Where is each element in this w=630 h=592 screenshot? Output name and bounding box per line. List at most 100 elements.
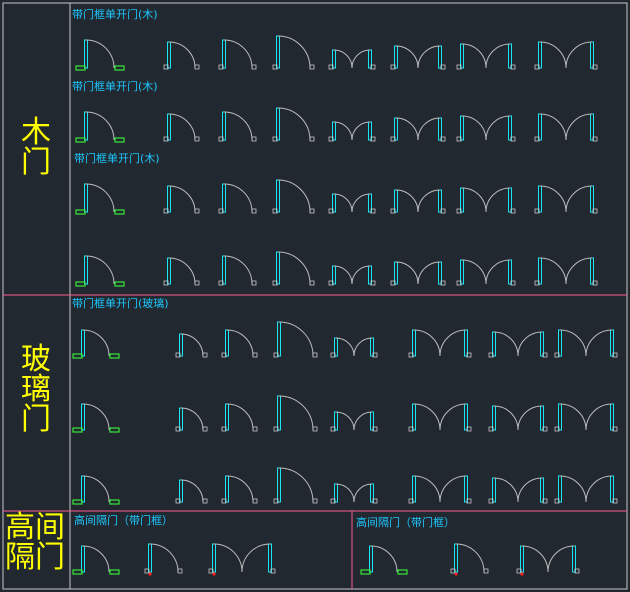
glass-row-2-legend-leaf <box>81 403 85 431</box>
glass-row-3-door-2-arc <box>226 475 254 503</box>
partition-right-legend-handle-right <box>397 569 408 575</box>
glass-row-2-legend-arc <box>82 403 110 431</box>
wood-row-4-door-6-arc-right <box>485 259 511 285</box>
wood-row-1-door-5-arc-left <box>395 45 419 69</box>
partition-right-door-2-arc-right <box>547 545 575 573</box>
wood-row-2-legend-handle-left <box>75 137 86 143</box>
glass-row-3-door-7-leaf-left <box>558 475 562 503</box>
wood-row-1-door-6-leaf-left <box>460 43 464 69</box>
partition-left-door-2-arc-left <box>213 543 243 573</box>
wood-row-2-door-1-leaf <box>167 113 171 141</box>
wood-row-1-door-1-jamb-right <box>194 64 200 70</box>
glass-row-2-door-4-arc-left <box>335 411 355 431</box>
wood-row-2-door-6-leaf-left <box>460 115 464 141</box>
wood-row-3-legend-arc <box>85 183 115 213</box>
glass-row-1-door-4-arc-left <box>335 337 355 357</box>
partition-right-door-1-arc <box>455 543 485 573</box>
wood-row-2-door-6-arc-right <box>485 115 511 141</box>
category-glass-door: 玻璃门 <box>21 342 51 437</box>
wood-row-1-door-2-leaf <box>222 39 226 69</box>
wood-row-2-legend-arc <box>85 111 115 141</box>
wood-row-2-door-5-arc-right <box>417 117 441 141</box>
glass-row-2-door-2-arc <box>226 403 254 431</box>
wood-row-2-door-2-arc <box>223 111 253 141</box>
glass-row-3-door-1-jamb-right <box>202 498 208 504</box>
glass-row-2-legend-handle-left <box>72 427 83 433</box>
wood-row-1-door-6-arc-left <box>461 43 487 69</box>
glass-row-1-door-6-arc-right <box>517 331 543 357</box>
glass-row-2-door-5-arc-right <box>439 403 467 431</box>
wood-row-4-door-3-leaf <box>276 251 280 285</box>
wood-row-1-door-2-arc <box>223 39 253 69</box>
glass-row-1-door-3-arc <box>278 321 314 357</box>
partition-left-legend-handle-right <box>109 569 120 575</box>
wood-row-2-door-4-arc-right <box>351 121 371 141</box>
wood-row-3-door-4-arc-left <box>333 193 353 213</box>
wood-row-1-door-6-leaf-right <box>508 43 512 69</box>
glass-row-2-door-7-arc-left <box>559 403 587 431</box>
partition-right-door-1-hinge-dot <box>454 572 458 576</box>
glass-row-2-door-1-jamb-right <box>202 426 208 432</box>
partition-left-door-2-hinge-dot <box>212 572 216 576</box>
wood-row-4-legend-handle-left <box>75 281 86 287</box>
wood-row-2-door-7-leaf-left <box>538 113 542 141</box>
wood-row-3-door-6-leaf-right <box>508 187 512 213</box>
wood-row-3-door-2-arc <box>223 183 253 213</box>
wood-row-3-door-6-arc-left <box>461 187 487 213</box>
wood-row-1-door-4-arc-left <box>333 49 353 69</box>
wood-row-1-door-6-arc-right <box>485 43 511 69</box>
wood-row-2-door-7-leaf-right <box>590 113 594 141</box>
glass-row-3-door-7-leaf-right <box>610 475 614 503</box>
glass-row-1-door-2-arc <box>226 329 254 357</box>
glass-row-1-door-2-leaf <box>225 329 229 357</box>
wood-row-1-door-7-leaf-left <box>538 41 542 69</box>
glass-row-1-door-3-jamb-right <box>312 352 318 358</box>
glass-row-1-door-7-arc-right <box>585 329 613 357</box>
wood-row-1-legend-leaf <box>84 39 88 69</box>
glass-row-2-door-6-arc-right <box>517 405 543 431</box>
glass-row-2-door-3-arc <box>278 395 314 431</box>
wood-row-4-door-6-leaf-right <box>508 259 512 285</box>
partition-left-door-2-leaf-right <box>268 543 272 573</box>
wood-row-1-legend-handle-left <box>75 65 86 71</box>
glass-row-1-legend-handle-right <box>109 353 120 359</box>
wood-row-2-door-6-arc-left <box>461 115 487 141</box>
wood-row-4-door-2-leaf <box>222 255 226 285</box>
wood-row-4-door-7-arc-right <box>565 257 593 285</box>
wood-row-4-door-3-jamb-right <box>309 280 315 286</box>
glass-row-2-door-5-leaf-right <box>464 403 468 431</box>
partition-left-door-1-jamb-right <box>177 568 183 574</box>
wood-row-3-door-1-jamb-right <box>194 208 200 214</box>
wood-row-2-door-6-leaf-right <box>508 115 512 141</box>
wood-row-4-door-2-arc <box>223 255 253 285</box>
glass-row-1-door-4-arc-right <box>353 337 373 357</box>
wood-row-2-door-1-arc <box>168 113 196 141</box>
wood-row-1-legend-handle-right <box>114 65 125 71</box>
wood-row-4-legend-arc <box>85 255 115 285</box>
wood-row-1-door-3-jamb-right <box>309 64 315 70</box>
glass-row-3-door-5-leaf-right <box>464 475 468 503</box>
wood-row-4-door-6-leaf-left <box>460 259 464 285</box>
glass-row-2-door-6-leaf-right <box>540 405 544 431</box>
wood-row-4-door-1-jamb-right <box>194 280 200 286</box>
wood-row-4-door-2-jamb-right <box>251 280 257 286</box>
wood-row-1-door-7-arc-left <box>539 41 567 69</box>
glass-row-3-door-3-jamb-right <box>312 498 318 504</box>
glass-row-3-door-7-arc-right <box>585 475 613 503</box>
partition-right-door-2-hinge-dot <box>520 572 524 576</box>
glass-row-1-door-5-arc-left <box>413 329 441 357</box>
cad-drawing-canvas[interactable]: 木门 玻璃门 高间隔门 带门框单开门(木) 带门框单开门(木) 带门框单开门(木… <box>0 0 630 592</box>
wood-row-2-door-2-jamb-right <box>251 136 257 142</box>
wood-row-2-legend-leaf <box>84 111 88 141</box>
glass-row-1-door-5-arc-right <box>439 329 467 357</box>
partition-right-door-2-arc-left <box>521 545 549 573</box>
wood-row-3-door-6-arc-right <box>485 187 511 213</box>
wood-row-3-door-1-arc <box>168 185 196 213</box>
glass-row-2-door-1-arc <box>180 407 204 431</box>
glass-row-3-door-4-arc-left <box>335 483 355 503</box>
glass-row-3-door-6-arc-left <box>493 477 519 503</box>
title-wood-row-3: 带门框单开门(木) <box>74 152 160 165</box>
wood-row-1-legend-arc <box>85 39 115 69</box>
wood-row-3-legend-handle-left <box>75 209 86 215</box>
wood-row-3-door-4-arc-right <box>351 193 371 213</box>
